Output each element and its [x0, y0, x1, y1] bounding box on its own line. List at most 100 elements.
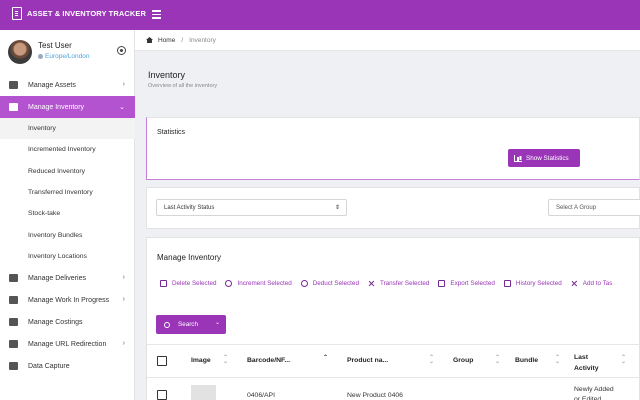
bar-chart-icon: [514, 154, 522, 162]
sort-icon[interactable]: ⌃ ⌄: [555, 355, 560, 365]
sidebar-item-manage-deliveries[interactable]: Manage Deliveries ›: [0, 267, 135, 289]
avatar[interactable]: [8, 40, 32, 64]
export-selected-button[interactable]: Export Selected: [438, 280, 495, 287]
sidebar-item-label: Manage Assets: [28, 81, 76, 89]
column-header-barcode[interactable]: Barcode/NF...: [247, 357, 290, 364]
search-button[interactable]: Search ⌄: [156, 315, 226, 334]
increment-selected-label: Increment Selected: [237, 280, 292, 287]
search-button-label: Search: [178, 321, 198, 328]
cell-product-name[interactable]: New Product 0406: [347, 392, 403, 399]
plus-circle-icon: [225, 280, 233, 287]
row-checkbox[interactable]: [157, 390, 167, 400]
sidebar-item-label: Manage Costings: [28, 318, 83, 326]
assets-icon: [9, 81, 18, 89]
user-location: Europe/London: [38, 53, 89, 60]
sort-icon[interactable]: ⌃ ⌄: [495, 355, 500, 365]
page-subtitle: Overview of all the inventory: [148, 83, 218, 89]
breadcrumb: Home / Inventory: [135, 30, 640, 51]
add-to-task-button[interactable]: Add to Tas: [570, 280, 613, 287]
bulk-actions: Delete Selected Increment Selected Deduc…: [160, 280, 621, 287]
product-thumbnail[interactable]: [191, 385, 216, 400]
column-header-product-name[interactable]: Product na...: [347, 357, 388, 364]
column-header-group[interactable]: Group: [453, 357, 473, 364]
deduct-selected-button[interactable]: Deduct Selected: [300, 280, 359, 287]
home-icon[interactable]: [146, 37, 153, 43]
history-selected-button[interactable]: History Selected: [503, 280, 562, 287]
user-name: Test User: [38, 41, 72, 50]
breadcrumb-separator: /: [181, 36, 184, 44]
globe-icon: [38, 54, 43, 59]
sidebar-subitem-reduced-inventory[interactable]: Reduced Inventory: [0, 161, 135, 182]
user-panel: Test User Europe/London: [8, 38, 130, 68]
export-selected-label: Export Selected: [450, 280, 495, 287]
truck-icon: [9, 274, 18, 283]
sidebar-item-label: Manage Deliveries: [28, 274, 86, 282]
sidebar-subitem-inventory-bundles[interactable]: Inventory Bundles: [0, 224, 135, 245]
cell-last-activity: Newly Added or Edited: [574, 386, 614, 400]
sidebar-item-label: Manage Work In Progress: [28, 296, 110, 304]
delete-selected-button[interactable]: Delete Selected: [160, 280, 216, 287]
table-row[interactable]: 0406/API New Product 0406 Newly Added or…: [147, 378, 640, 400]
history-selected-label: History Selected: [515, 280, 562, 287]
group-select-value: Select A Group: [556, 204, 597, 211]
sort-icon[interactable]: ⌃ ⌄: [621, 355, 626, 365]
capture-icon: [9, 362, 18, 371]
add-to-task-label: Add to Tas: [582, 280, 613, 287]
table-header: Image ⌃ ⌄ Barcode/NF... ⌃ Product na... ⌃…: [147, 344, 640, 378]
settings-icon[interactable]: [117, 46, 126, 55]
manage-inventory-title: Manage Inventory: [157, 253, 222, 262]
top-bar: ASSET & INVENTORY TRACKER: [0, 0, 640, 30]
show-statistics-button[interactable]: Show Statistics: [508, 149, 580, 167]
trash-icon: [160, 280, 167, 287]
sidebar-subitem-stock-take[interactable]: Stock-take: [0, 203, 135, 224]
transfer-selected-button[interactable]: Transfer Selected: [367, 280, 430, 287]
column-header-last-activity[interactable]: Last Activity: [574, 352, 614, 374]
search-icon: [164, 321, 170, 328]
sidebar-subitem-inventory-locations[interactable]: Inventory Locations: [0, 246, 135, 267]
group-select[interactable]: Select A Group: [548, 199, 640, 216]
activity-status-select[interactable]: Last Activity Status ⇕: [156, 199, 347, 216]
deduct-selected-label: Deduct Selected: [312, 280, 359, 287]
column-header-image[interactable]: Image: [191, 357, 211, 364]
calculator-icon: [9, 318, 18, 327]
breadcrumb-current: Inventory: [189, 36, 216, 44]
export-icon: [438, 280, 446, 287]
manage-inventory-card: Manage Inventory Delete Selected Increme…: [146, 237, 640, 400]
sort-icon[interactable]: ⌃ ⌄: [223, 355, 228, 365]
statistics-card: Statistics Show Statistics: [146, 117, 640, 180]
sidebar-nav: Manage Assets › Manage Inventory ⌄ Inven…: [0, 74, 135, 377]
sidebar-item-manage-work-in-progress[interactable]: Manage Work In Progress ›: [0, 289, 135, 311]
chevron-right-icon: ›: [122, 296, 125, 304]
document-icon: [12, 7, 22, 20]
sidebar-subitem-inventory[interactable]: Inventory: [0, 118, 135, 140]
menu-icon[interactable]: [152, 10, 161, 19]
chevron-right-icon: ›: [122, 81, 125, 88]
sidebar-subitem-transferred-inventory[interactable]: Transferred Inventory: [0, 182, 135, 203]
sort-icon[interactable]: ⌃ ⌄: [429, 355, 434, 365]
select-all-checkbox[interactable]: [157, 356, 167, 366]
sidebar-item-label: Data Capture: [28, 362, 70, 370]
select-caret-icon: ⇕: [334, 205, 340, 211]
activity-status-value: Last Activity Status: [164, 204, 215, 211]
sidebar-item-manage-url-redirection[interactable]: Manage URL Redirection ›: [0, 333, 135, 355]
sidebar-subitem-incremented-inventory[interactable]: Incremented Inventory: [0, 139, 135, 160]
sidebar-item-data-capture[interactable]: Data Capture: [0, 355, 135, 377]
delete-selected-label: Delete Selected: [172, 280, 217, 287]
app-logo[interactable]: ASSET & INVENTORY TRACKER: [12, 7, 146, 20]
increment-selected-button[interactable]: Increment Selected: [225, 280, 292, 287]
minus-circle-icon: [300, 280, 308, 287]
sort-asc-icon[interactable]: ⌃: [323, 355, 328, 361]
sidebar-item-manage-costings[interactable]: Manage Costings: [0, 311, 135, 333]
sidebar: Test User Europe/London Manage Assets › …: [0, 30, 135, 400]
tag-icon: [9, 103, 18, 111]
sidebar-item-manage-assets[interactable]: Manage Assets ›: [0, 74, 135, 96]
history-icon: [503, 280, 511, 287]
cell-barcode[interactable]: 0406/API: [247, 392, 275, 399]
statistics-title: Statistics: [157, 129, 186, 136]
chevron-down-icon: ⌄: [214, 320, 220, 326]
breadcrumb-home[interactable]: Home: [158, 37, 175, 44]
column-header-bundle[interactable]: Bundle: [515, 357, 538, 364]
transfer-selected-label: Transfer Selected: [379, 280, 430, 287]
add-task-icon: [570, 280, 578, 287]
sidebar-item-manage-inventory[interactable]: Manage Inventory ⌄: [0, 96, 135, 118]
